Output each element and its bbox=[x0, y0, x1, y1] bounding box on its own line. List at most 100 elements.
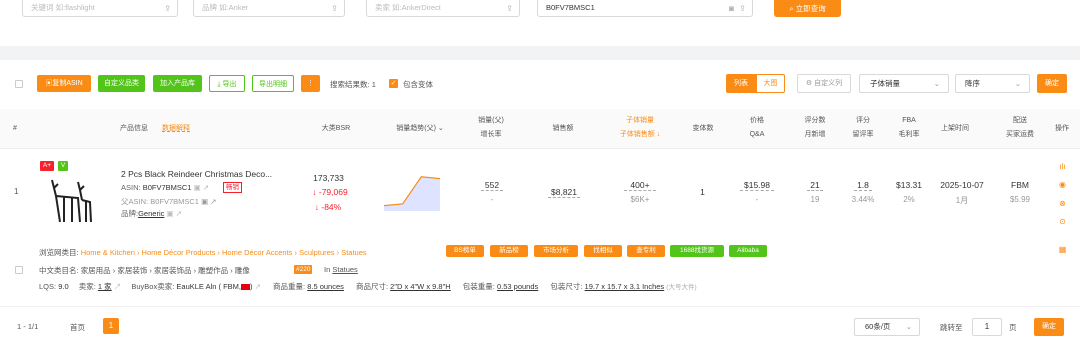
first-page-button[interactable]: 首页 bbox=[70, 322, 85, 333]
calculator-icon[interactable]: ▦ bbox=[1058, 245, 1067, 254]
chevron-down-icon: ⌄ bbox=[437, 125, 444, 132]
view-large-button[interactable]: 大图 bbox=[756, 74, 785, 93]
select-all-checkbox[interactable] bbox=[15, 80, 23, 88]
copy-asin-button[interactable]: ▣复制ASIN bbox=[37, 75, 91, 92]
keyword-input[interactable]: 关键词 如:flashlight ⇪ bbox=[22, 0, 178, 17]
chevron-down-icon: ⌄ bbox=[905, 322, 912, 331]
brand-input[interactable]: 品牌 如:Anker ⇪ bbox=[193, 0, 345, 17]
copy-icon: ▣ bbox=[193, 183, 201, 192]
chart-icon[interactable]: ılı bbox=[1058, 162, 1067, 171]
target-icon[interactable]: ⊗ bbox=[1058, 199, 1067, 208]
add-product-lib-button[interactable]: 加入产品库 bbox=[153, 75, 202, 92]
header-fba[interactable]: FBA 毛利率 bbox=[889, 114, 929, 142]
result-count-label: 搜索结果数: 1 bbox=[330, 80, 376, 89]
upload-icon[interactable]: ⇪ bbox=[331, 1, 338, 16]
upload-icon[interactable]: ⇪ bbox=[739, 1, 746, 16]
export-detail-button[interactable]: 导出明细 bbox=[252, 75, 294, 92]
copy-icon: ▣ bbox=[166, 209, 174, 218]
upload-icon[interactable]: ⇪ bbox=[164, 1, 171, 16]
data-explain-link[interactable]: 数据解释 bbox=[162, 122, 190, 136]
header-product-info: 产品信息 bbox=[120, 125, 148, 132]
header-index: # bbox=[13, 125, 17, 132]
product-title[interactable]: 2 Pcs Black Reindeer Christmas Deco... bbox=[121, 169, 272, 179]
header-price[interactable]: 价格 Q&A bbox=[737, 114, 777, 142]
row-checkbox[interactable] bbox=[15, 266, 23, 274]
rank-badge: #220 bbox=[294, 265, 313, 274]
sales-value[interactable]: 552 bbox=[481, 180, 503, 191]
sort-field-select[interactable]: 子体销量 ⌄ bbox=[859, 74, 949, 93]
page-1-button[interactable]: 1 bbox=[103, 318, 119, 334]
product-image[interactable] bbox=[42, 172, 98, 224]
location-icon[interactable]: ◉ bbox=[1058, 180, 1067, 189]
per-page-select[interactable]: 60条/页 ⌄ bbox=[854, 318, 920, 336]
more-circle-icon[interactable]: ⊙ bbox=[1058, 217, 1067, 226]
variants-value: 1 bbox=[700, 187, 705, 197]
asin-line: ASIN: B0FV7BMSC1 ▣ ↗ bbox=[121, 183, 210, 192]
parent-asin-line: 父ASIN: B0FV7BMSC1 ▣ ↗ bbox=[121, 197, 217, 206]
new-list-tag[interactable]: 新品榜 bbox=[490, 245, 528, 257]
browse-path-link[interactable]: Home & Kitchen › Home Décor Products › H… bbox=[81, 248, 367, 257]
aplus-badge: A+ bbox=[40, 161, 54, 171]
header-variant-count[interactable]: 变体数 bbox=[683, 122, 723, 136]
export-button[interactable]: ⤓ 导出 bbox=[209, 75, 245, 92]
delivery-value: FBM bbox=[1011, 180, 1029, 190]
include-variants-label: 包含变体 bbox=[403, 80, 433, 89]
sort-order-select[interactable]: 降序 ⌄ bbox=[955, 74, 1030, 93]
more-button[interactable]: ⋮ bbox=[301, 75, 320, 92]
header-delivery[interactable]: 配送 买家运费 bbox=[996, 114, 1044, 142]
header-rating[interactable]: 评分 留评率 bbox=[843, 114, 883, 142]
camera-icon[interactable]: ◙ bbox=[729, 1, 734, 16]
page-range: 1 - 1/1 bbox=[17, 322, 39, 331]
bsr-value: 173,733 bbox=[313, 173, 344, 183]
source-1688-tag[interactable]: 1688找货源 bbox=[670, 245, 724, 257]
header-listing-date[interactable]: 上架时间 bbox=[930, 122, 980, 136]
sales-trend-chart[interactable] bbox=[384, 175, 440, 211]
header-bsr[interactable]: 大类BSR bbox=[311, 122, 361, 136]
query-button[interactable]: ⌕ 立即查询 bbox=[774, 0, 841, 17]
jump-confirm-button[interactable]: 确定 bbox=[1034, 318, 1064, 336]
retention-value: 3.44% bbox=[851, 195, 875, 204]
verified-badge: V bbox=[58, 161, 68, 171]
external-link-icon: ↗ bbox=[175, 209, 182, 218]
trend-area bbox=[384, 176, 440, 211]
toolbar-confirm-button[interactable]: 确定 bbox=[1037, 74, 1067, 93]
header-sales-trend[interactable]: 销量趋势(父) ⌄ bbox=[388, 122, 452, 136]
header-revenue[interactable]: 销售额 bbox=[540, 122, 586, 136]
asin-input[interactable]: B0FV7BMSC1 ◙ ⇪ bbox=[537, 0, 753, 17]
growth-value: - bbox=[490, 195, 494, 204]
copy-icon: ▣ bbox=[201, 197, 209, 206]
include-variants-checkbox[interactable]: ✓ bbox=[389, 79, 398, 88]
custom-columns-button[interactable]: ⚙ 自定义列 bbox=[797, 74, 851, 93]
revenue-value: $8,821 bbox=[548, 187, 580, 198]
search-bar: 关键词 如:flashlight ⇪ 品牌 如:Anker ⇪ 卖家 如:Ank… bbox=[0, 0, 1080, 46]
alibaba-tag[interactable]: Alibaba bbox=[729, 245, 767, 257]
price-value: $15.98 bbox=[740, 180, 774, 191]
margin-value: 2% bbox=[903, 195, 915, 204]
hot-tag: 畅销 bbox=[223, 182, 242, 193]
seller-input[interactable]: 卖家 如:AnkerDirect ⇪ bbox=[366, 0, 520, 17]
upload-icon[interactable]: ⇪ bbox=[506, 1, 513, 16]
jump-label: 跳转至 bbox=[940, 323, 963, 332]
child-revenue-value: $6K+ bbox=[630, 195, 650, 204]
gear-icon: ⚙ bbox=[805, 80, 813, 87]
search-icon: ⌕ bbox=[789, 4, 794, 13]
header-child-sales[interactable]: 子体销量 子体销售额 ↓ bbox=[610, 114, 670, 142]
market-analysis-tag[interactable]: 市场分析 bbox=[534, 245, 578, 257]
sort-down-icon: ↓ bbox=[656, 131, 661, 138]
find-similar-tag[interactable]: 找相似 bbox=[584, 245, 622, 257]
bs-list-tag[interactable]: BS榜单 bbox=[446, 245, 484, 257]
brand-line: 品牌:Generic ▣ ↗ bbox=[121, 209, 182, 218]
bsr-percent: ↓ -84% bbox=[314, 202, 342, 212]
cn-category: 中文类目名: 家居用品 › 家居装饰 › 家居装饰品 › 雕塑作品 › 雕像 bbox=[39, 266, 250, 275]
header-reviews[interactable]: 评分数 月新增 bbox=[795, 114, 835, 142]
reviews-value[interactable]: 21 bbox=[807, 180, 823, 191]
fba-value: $13.31 bbox=[896, 180, 922, 190]
custom-category-button[interactable]: 自定义品类 bbox=[98, 75, 145, 92]
china-flag-icon bbox=[241, 284, 251, 291]
check-patent-tag[interactable]: 查专利 bbox=[627, 245, 665, 257]
qa-value: - bbox=[755, 195, 759, 204]
external-link-icon: ↗ bbox=[113, 282, 122, 291]
header-sales-parent[interactable]: 销量(父) 增长率 bbox=[468, 114, 514, 142]
jump-page-input[interactable]: 1 bbox=[972, 318, 1002, 336]
view-list-button[interactable]: 列表 bbox=[726, 74, 756, 93]
